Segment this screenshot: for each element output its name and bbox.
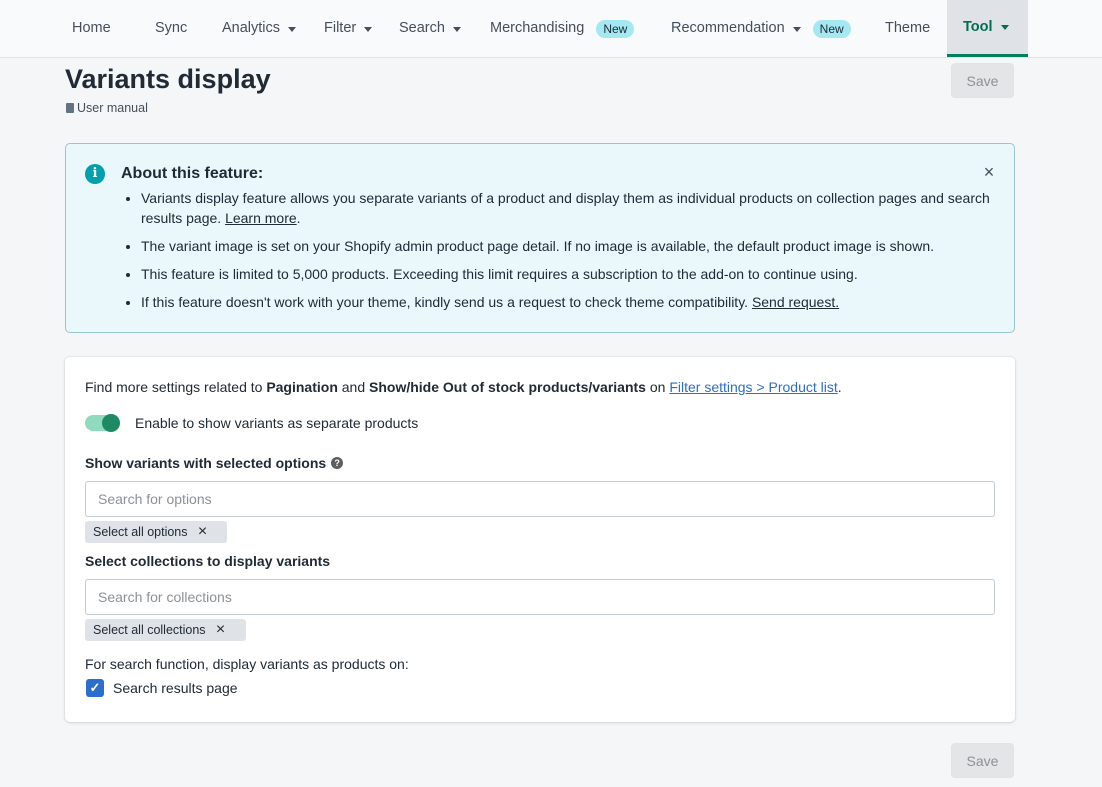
text-segment: Find more settings related to bbox=[85, 379, 267, 395]
nav-item-search[interactable]: Search bbox=[399, 0, 461, 57]
new-badge: New bbox=[596, 19, 635, 38]
text-segment: . bbox=[837, 379, 842, 395]
user-manual-link[interactable]: User manual bbox=[66, 101, 148, 115]
text-segment: on bbox=[645, 379, 670, 395]
banner-item: If this feature doesn't work with your t… bbox=[141, 292, 991, 312]
book-icon bbox=[66, 103, 74, 113]
send-request-link[interactable]: Send request. bbox=[752, 294, 839, 310]
banner-item-text: If this feature doesn't work with your t… bbox=[141, 294, 752, 310]
save-button-top[interactable]: Save bbox=[951, 63, 1014, 98]
caret-down-icon bbox=[1000, 25, 1009, 30]
banner-item-suffix: . bbox=[296, 210, 301, 226]
nav-item-label: Filter bbox=[324, 20, 357, 36]
nav-item-label: Recommendation bbox=[671, 20, 785, 36]
nav-item-label: Tool bbox=[963, 19, 993, 35]
caret-down-icon bbox=[792, 26, 801, 32]
nav-item-label: Theme bbox=[885, 20, 931, 36]
info-icon: i bbox=[85, 164, 105, 184]
options-label: Show variants with selected options ? bbox=[85, 455, 344, 471]
remove-icon[interactable]: × bbox=[196, 524, 210, 540]
search-function-note: For search function, display variants as… bbox=[85, 656, 409, 672]
collections-tag: Select all collections × bbox=[85, 619, 246, 641]
collections-label: Select collections to display variants bbox=[85, 553, 331, 569]
caret-down-icon bbox=[364, 26, 373, 32]
toggle-label: Enable to show variants as separate prod… bbox=[135, 415, 419, 431]
collections-search-input[interactable] bbox=[85, 579, 995, 615]
pagination-text: Pagination bbox=[266, 379, 338, 395]
close-icon[interactable]: × bbox=[981, 163, 997, 181]
nav-item-merchandising[interactable]: Merchandising New bbox=[490, 0, 635, 57]
nav-item-recommendation[interactable]: Recommendation New bbox=[671, 0, 851, 57]
about-feature-banner: i About this feature: × Variants display… bbox=[65, 143, 1015, 333]
new-badge: New bbox=[812, 19, 851, 38]
options-tag: Select all options × bbox=[85, 521, 227, 543]
nav-item-theme[interactable]: Theme bbox=[885, 0, 930, 57]
nav-item-label: Home bbox=[72, 20, 111, 36]
user-manual-label: User manual bbox=[77, 101, 148, 115]
nav-item-label: Analytics bbox=[222, 20, 281, 36]
text-segment: and bbox=[337, 379, 370, 395]
out-of-stock-text: Show/hide Out of stock products/variants bbox=[369, 379, 646, 395]
nav-item-tool[interactable]: Tool bbox=[947, 0, 1028, 57]
caret-down-icon bbox=[288, 26, 297, 32]
enable-variants-toggle[interactable] bbox=[85, 414, 120, 432]
tag-label: Select all collections bbox=[93, 623, 206, 637]
nav-item-analytics[interactable]: Analytics bbox=[222, 0, 297, 57]
toggle-knob bbox=[102, 414, 120, 432]
filter-settings-link[interactable]: Filter settings > Product list bbox=[669, 379, 837, 395]
related-settings-text: Find more settings related to Pagination… bbox=[85, 379, 842, 395]
banner-item: This feature is limited to 5,000 product… bbox=[141, 264, 991, 284]
nav-item-label: Sync bbox=[155, 20, 188, 36]
search-results-checkbox[interactable]: ✓ bbox=[86, 679, 104, 697]
top-navigation: Home Sync Analytics Filter Search Mercha… bbox=[0, 0, 1102, 58]
nav-item-label: Merchandising bbox=[490, 20, 585, 36]
search-results-label: Search results page bbox=[113, 680, 238, 696]
caret-down-icon bbox=[452, 26, 461, 32]
learn-more-link[interactable]: Learn more bbox=[225, 210, 297, 226]
nav-item-label: Search bbox=[399, 20, 445, 36]
banner-item: The variant image is set on your Shopify… bbox=[141, 236, 991, 256]
nav-item-filter[interactable]: Filter bbox=[324, 0, 373, 57]
options-search-input[interactable] bbox=[85, 481, 995, 517]
banner-title: About this feature: bbox=[121, 165, 264, 182]
nav-item-home[interactable]: Home bbox=[72, 0, 111, 57]
nav-item-sync[interactable]: Sync bbox=[155, 0, 187, 57]
banner-list: Variants display feature allows you sepa… bbox=[121, 188, 991, 320]
banner-item-text: This feature is limited to 5,000 product… bbox=[141, 266, 858, 282]
banner-item: Variants display feature allows you sepa… bbox=[141, 188, 991, 228]
settings-card: Find more settings related to Pagination… bbox=[65, 357, 1015, 722]
banner-item-text: The variant image is set on your Shopify… bbox=[141, 238, 935, 254]
help-icon[interactable]: ? bbox=[331, 457, 344, 469]
page-title: Variants display bbox=[65, 64, 271, 94]
options-label-text: Show variants with selected options bbox=[85, 455, 327, 471]
remove-icon[interactable]: × bbox=[214, 622, 228, 638]
save-button-bottom[interactable]: Save bbox=[951, 743, 1014, 778]
tag-label: Select all options bbox=[93, 525, 188, 539]
